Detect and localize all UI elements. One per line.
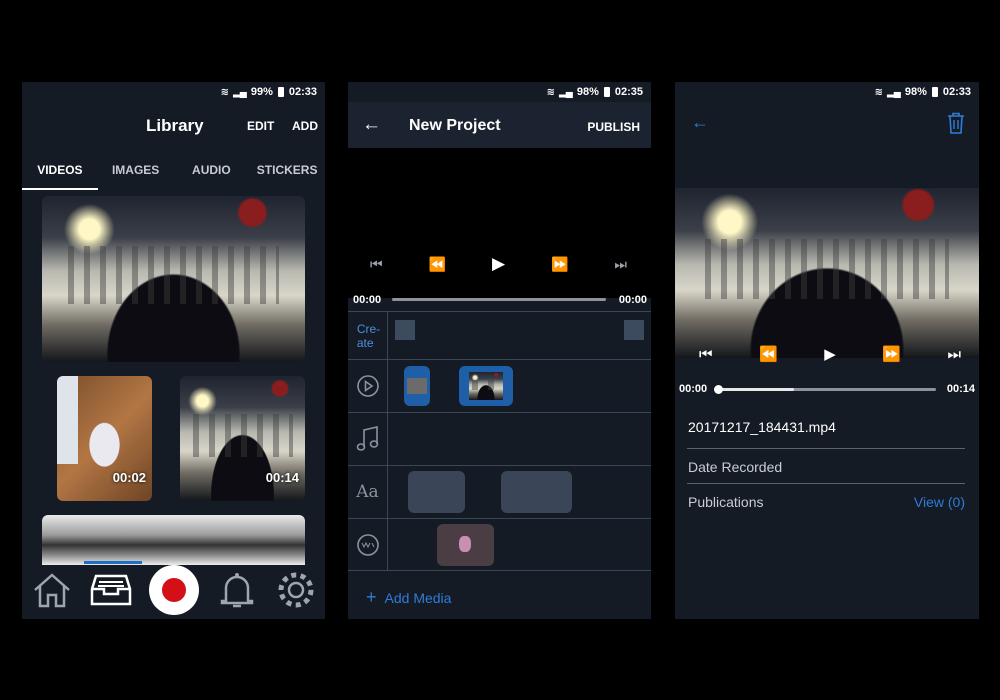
video-duration: 00:02 [112,470,146,485]
play-icon[interactable]: ▶ [492,254,505,274]
status-bar: ≋ ▂▄ 98% 02:33 [675,82,979,102]
wifi-icon: ≋ [220,86,229,98]
timeline-row-audio [348,412,651,465]
gear-icon[interactable] [275,569,317,611]
video-preview[interactable] [675,188,979,358]
home-icon[interactable] [31,569,73,611]
create-start-marker[interactable] [395,320,415,340]
signal-icon: ▂▄ [887,86,901,98]
app-bar: ← New Project PUBLISH [348,102,651,148]
divider [687,448,965,449]
date-recorded-label: Date Recorded [688,459,783,475]
timeline-row-video [348,359,651,412]
publish-button[interactable]: PUBLISH [587,120,640,134]
trash-icon[interactable] [947,112,965,139]
status-bar: ≋ ▂▄ 99% 02:33 [22,82,325,102]
clock: 02:33 [288,86,317,98]
scrub-bar[interactable] [714,385,936,394]
sticker-clip[interactable] [437,524,494,566]
record-icon [161,578,186,602]
create-end-marker[interactable] [624,320,644,340]
battery-icon [931,87,938,97]
timeline-row-create: Cre- ate [348,311,651,359]
skip-end-icon[interactable]: ⏭ [947,346,961,363]
clock: 02:33 [942,86,971,98]
library-tabs: VIDEOS IMAGES AUDIO STICKERS [22,156,325,190]
tab-images[interactable]: IMAGES [98,156,174,190]
skip-start-icon[interactable]: ⏮ [699,346,713,363]
status-bar: ≋ ▂▄ 98% 02:35 [348,82,651,102]
timeline-row-text: Aa [348,465,651,518]
scrub-handle[interactable] [714,385,723,394]
video-thumbnail[interactable]: 00:02 [57,376,152,501]
timeline: Cre- ate Aa [348,311,651,571]
clock: 02:35 [614,86,643,98]
back-arrow-icon[interactable]: ← [362,114,381,136]
battery-percent: 99% [250,86,273,98]
create-label[interactable]: Cre- ate [348,312,388,359]
edit-button[interactable]: EDIT [247,119,274,133]
page-title: Library [146,116,204,135]
bell-icon[interactable] [216,569,258,611]
tab-stickers[interactable]: STICKERS [249,156,325,190]
fast-forward-icon[interactable]: ⏩ [551,256,568,273]
video-thumbnail[interactable] [42,515,305,565]
music-note-icon [348,413,388,465]
publications-label: Publications [688,494,764,510]
signal-icon: ▂▄ [233,86,247,98]
battery-icon [603,87,610,97]
timeline-row-sticker [348,518,651,571]
playback-controls: ⏮ ⏪ ▶ ⏩ ⏭ [370,254,627,274]
wifi-icon: ≋ [874,86,883,98]
library-screen: ≋ ▂▄ 99% 02:33 Library EDIT ADD VIDEOS I… [22,82,325,619]
file-name: 20171217_184431.mp4 [688,419,836,435]
page-title: New Project [409,117,501,134]
battery-percent: 98% [904,86,927,98]
video-clip[interactable] [404,366,430,406]
scrub-progress [718,388,795,391]
video-preview [348,148,651,298]
add-media-button[interactable]: + Add Media [366,587,451,608]
signal-icon: ▂▄ [559,86,573,98]
record-button[interactable] [148,565,199,615]
divider [687,483,965,484]
rewind-icon[interactable]: ⏪ [759,345,778,363]
library-inbox-icon[interactable] [90,569,132,611]
time-total: 00:00 [618,294,647,306]
time-total: 00:14 [946,383,975,395]
back-arrow-icon[interactable]: ← [691,112,709,133]
video-track-icon [348,360,388,412]
scrub-bar[interactable] [392,298,606,301]
time-current: 00:00 [679,383,708,395]
fast-forward-icon[interactable]: ⏩ [882,345,901,363]
battery-icon [277,87,284,97]
battery-percent: 98% [576,86,599,98]
project-screen: ≋ ▂▄ 98% 02:35 ← New Project PUBLISH ⏮ ⏪… [348,82,651,619]
add-media-label: Add Media [384,590,452,606]
skip-end-icon[interactable]: ⏭ [614,256,627,273]
add-button[interactable]: ADD [292,119,318,133]
play-icon[interactable]: ▶ [824,345,836,363]
text-clip[interactable] [408,471,465,513]
video-thumbnail-large[interactable] [42,196,305,362]
video-duration: 00:14 [265,470,299,485]
text-clip[interactable] [501,471,572,513]
video-clip[interactable] [459,366,513,406]
skip-start-icon[interactable]: ⏮ [370,256,383,273]
playback-controls: ⏮ ⏪ ▶ ⏩ ⏭ [699,345,961,364]
sticker-track-icon [348,519,388,570]
bottom-nav [22,561,325,619]
text-track-icon: Aa [348,466,388,518]
tab-audio[interactable]: AUDIO [174,156,250,190]
time-current: 00:00 [353,294,382,306]
rewind-icon[interactable]: ⏪ [429,256,446,273]
plus-icon: + [366,587,377,607]
video-thumbnail[interactable]: 00:14 [180,376,305,501]
tab-videos[interactable]: VIDEOS [22,156,98,190]
view-publications-link[interactable]: View (0) [914,494,965,510]
wifi-icon: ≋ [546,86,555,98]
media-detail-screen: ≋ ▂▄ 98% 02:33 ← ⏮ ⏪ ▶ ⏩ ⏭ 00:00 00:14 2… [675,82,979,619]
